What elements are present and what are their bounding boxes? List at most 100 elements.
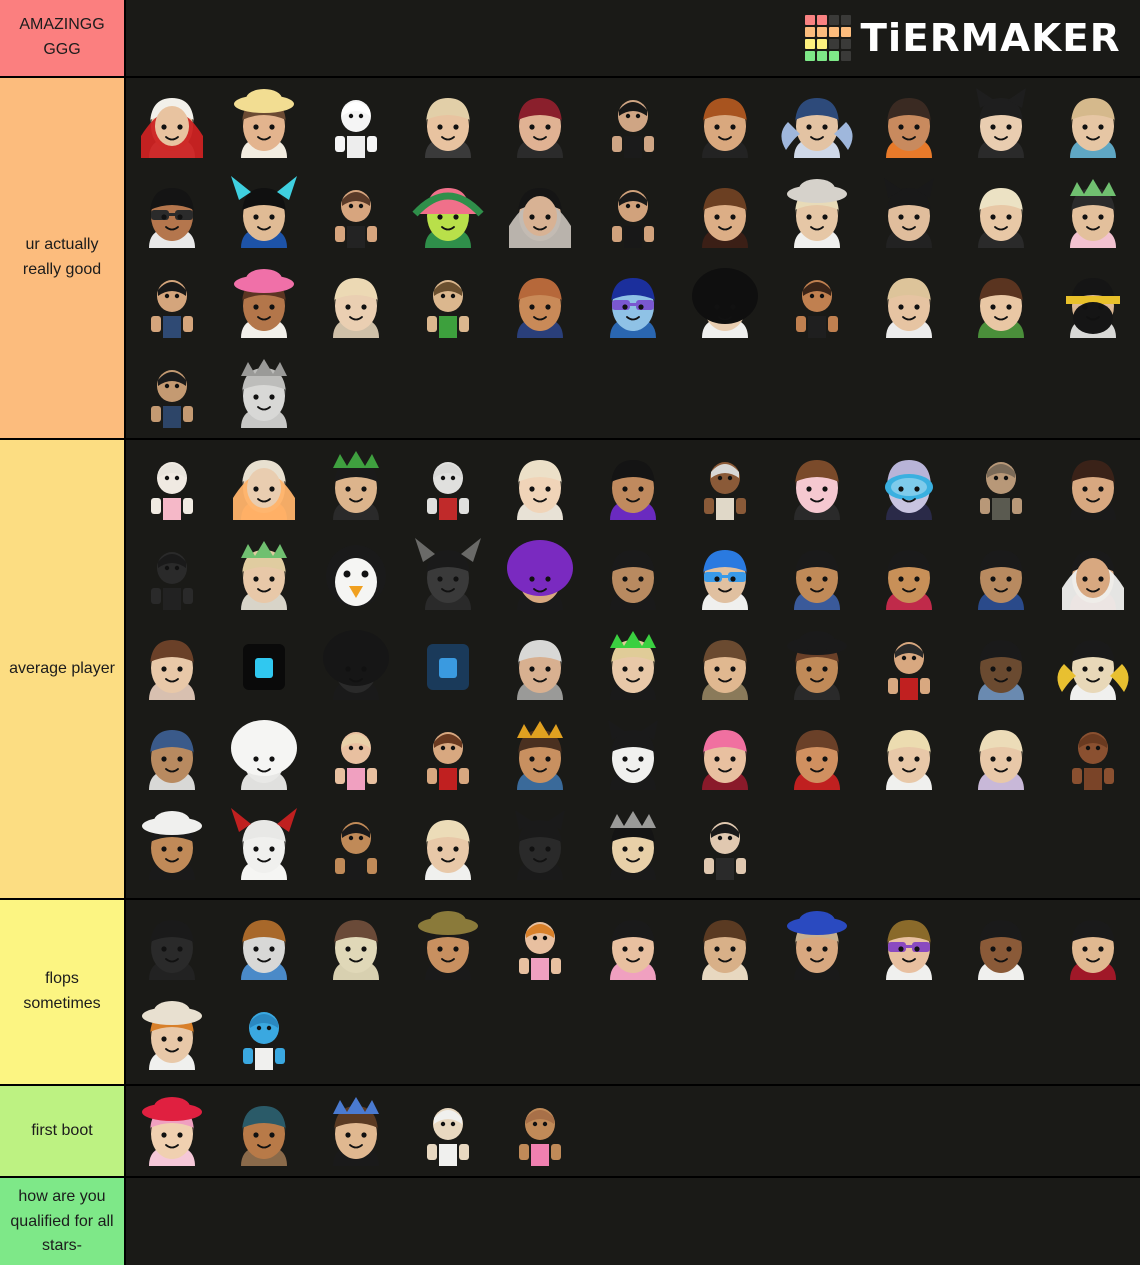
tier-item[interactable] (126, 990, 218, 1080)
pink-dress-blonde-avatar[interactable] (313, 712, 399, 798)
tier-item[interactable] (679, 440, 771, 530)
tier-item[interactable] (126, 800, 218, 890)
brunette-closed-eyes-avatar[interactable] (129, 622, 215, 708)
tier-item[interactable] (955, 620, 1047, 710)
tier-item[interactable] (310, 440, 402, 530)
tier-item[interactable] (310, 78, 402, 168)
blonde-white-headphones-avatar[interactable] (866, 712, 952, 798)
tier-item[interactable] (402, 530, 494, 620)
pink-face-brown-hair-avatar[interactable] (774, 442, 860, 528)
braided-ginger-avatar[interactable] (497, 260, 583, 346)
tier-item[interactable] (863, 168, 955, 258)
tier-item[interactable] (863, 258, 955, 348)
pink-black-long-hair-avatar[interactable] (590, 902, 676, 988)
bunny-ears-black-avatar[interactable] (497, 802, 583, 888)
small-tan-dancer-avatar[interactable] (774, 260, 860, 346)
orange-top-tan-avatar[interactable] (866, 80, 952, 166)
red-santa-outfit-avatar[interactable] (866, 622, 952, 708)
tier-item[interactable] (218, 710, 310, 800)
tier-item[interactable] (771, 620, 863, 710)
blue-cube-glow-avatar[interactable] (221, 622, 307, 708)
platinum-long-hair-avatar[interactable] (497, 442, 583, 528)
watermelon-helmet-avatar[interactable] (405, 170, 491, 256)
black-hat-suit-avatar[interactable] (129, 802, 215, 888)
tier-item[interactable] (218, 800, 310, 890)
tier-item[interactable] (310, 900, 402, 990)
tier-item[interactable] (402, 258, 494, 348)
purple-scarf-dark-avatar[interactable] (590, 442, 676, 528)
white-gold-wings-avatar[interactable] (1050, 622, 1136, 708)
tier-item[interactable] (402, 800, 494, 890)
tier-item[interactable] (494, 710, 586, 800)
ginger-pink-dress-avatar[interactable] (497, 902, 583, 988)
black-blank-face-avatar[interactable] (129, 902, 215, 988)
white-bunny-suit-avatar[interactable] (313, 80, 399, 166)
long-brown-hair-pale-avatar[interactable] (313, 902, 399, 988)
sunglasses-dark-hair-avatar[interactable] (129, 170, 215, 256)
yellow-headband-ninja-avatar[interactable] (1050, 260, 1136, 346)
black-cat-ears-avatar[interactable] (958, 80, 1044, 166)
long-brown-hair-avatar[interactable] (682, 170, 768, 256)
silver-crown-robot-avatar[interactable] (221, 350, 307, 436)
tier-items-tier-really-good[interactable] (126, 78, 1140, 438)
brown-bug-creature-avatar[interactable] (1050, 712, 1136, 798)
blue-jacket-dark-avatar[interactable] (958, 532, 1044, 618)
tier-item[interactable] (494, 900, 586, 990)
white-bow-brown-hair-avatar[interactable] (313, 1088, 399, 1174)
tier-item[interactable] (586, 440, 678, 530)
black-cowboy-hat-avatar[interactable] (774, 622, 860, 708)
pink-streak-goth-avatar[interactable] (866, 170, 952, 256)
tier-item[interactable] (494, 1086, 586, 1176)
tier-item[interactable] (310, 710, 402, 800)
tier-item[interactable] (310, 258, 402, 348)
tan-shirt-brown-hair-avatar[interactable] (682, 902, 768, 988)
white-wings-avatar[interactable] (774, 80, 860, 166)
tier-item[interactable] (771, 78, 863, 168)
tier-item[interactable] (771, 900, 863, 990)
smiley-brown-hair-avatar[interactable] (682, 622, 768, 708)
checkered-red-hood-avatar[interactable] (1050, 532, 1136, 618)
blue-block-head-avatar[interactable] (405, 622, 491, 708)
tier-item[interactable] (402, 1086, 494, 1176)
pink-striped-scarf-avatar[interactable] (129, 442, 215, 528)
tier-item[interactable] (679, 710, 771, 800)
tier-item[interactable] (402, 900, 494, 990)
green-shirt-tablet-avatar[interactable] (405, 260, 491, 346)
dark-horned-figure-avatar[interactable] (129, 532, 215, 618)
tier-item[interactable] (402, 710, 494, 800)
tier-item[interactable] (126, 168, 218, 258)
black-cat-hoodie-avatar[interactable] (497, 170, 583, 256)
sandy-blonde-beach-avatar[interactable] (1050, 80, 1136, 166)
tier-item[interactable] (494, 258, 586, 348)
tier-item[interactable] (771, 530, 863, 620)
long-black-hair-tan-avatar[interactable] (958, 902, 1044, 988)
small-grey-sword-avatar[interactable] (958, 442, 1044, 528)
flower-crown-panda-avatar[interactable] (1050, 170, 1136, 256)
tier-item[interactable] (310, 530, 402, 620)
grey-body-ginger-hair-avatar[interactable] (221, 902, 307, 988)
tier-item[interactable] (679, 900, 771, 990)
tier-item[interactable] (218, 168, 310, 258)
blue-hair-cloud-avatar[interactable] (129, 712, 215, 798)
pink-hat-lips-avatar[interactable] (129, 1088, 215, 1174)
blue-shirt-smile-avatar[interactable] (774, 532, 860, 618)
tier-item[interactable] (955, 440, 1047, 530)
big-black-hair-avatar[interactable] (682, 260, 768, 346)
red-jacket-brown-hair-avatar[interactable] (405, 712, 491, 798)
red-demon-mask-avatar[interactable] (129, 80, 215, 166)
tier-item[interactable] (494, 440, 586, 530)
tier-item[interactable] (218, 900, 310, 990)
pink-hair-red-flower-avatar[interactable] (682, 712, 768, 798)
blue-ski-goggles-avatar[interactable] (866, 442, 952, 528)
tier-item[interactable] (955, 78, 1047, 168)
panda-head-black-avatar[interactable] (590, 712, 676, 798)
white-spiky-rose-avatar[interactable] (221, 802, 307, 888)
tier-item[interactable] (863, 710, 955, 800)
tier-item[interactable] (126, 530, 218, 620)
tier-item[interactable] (679, 620, 771, 710)
tier-item[interactable] (402, 440, 494, 530)
tier-item[interactable] (586, 78, 678, 168)
tier-item[interactable] (494, 168, 586, 258)
long-blonde-red-bow-avatar[interactable] (313, 260, 399, 346)
tier-label-tier-average[interactable]: average player (0, 440, 126, 898)
